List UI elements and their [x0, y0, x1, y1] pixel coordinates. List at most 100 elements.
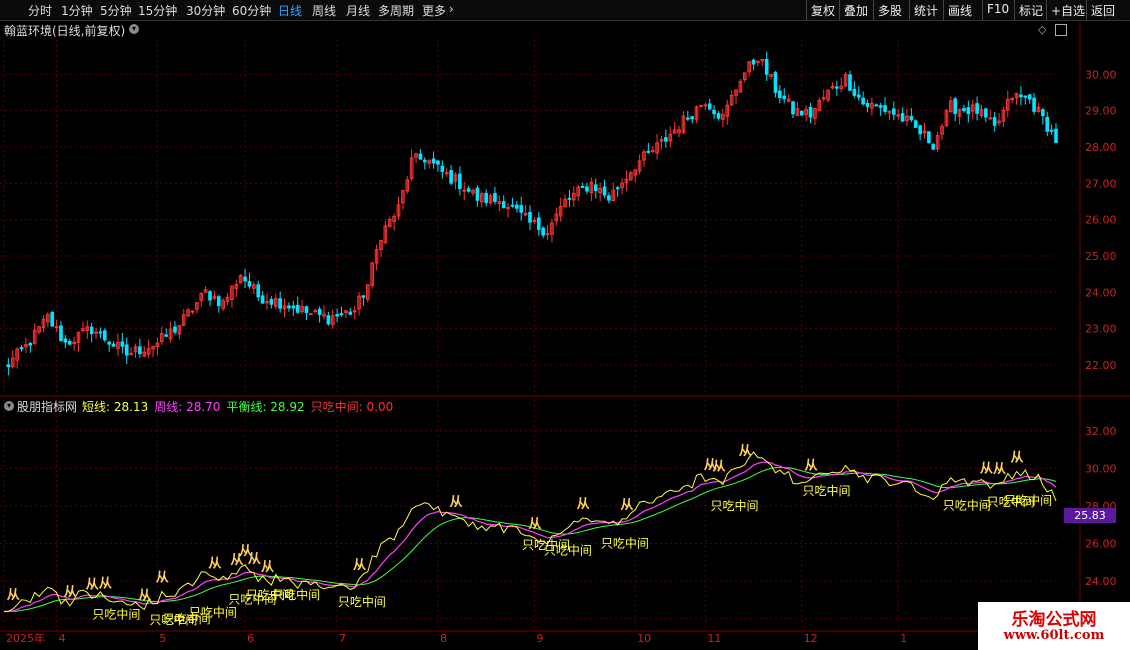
candle-body [260, 295, 265, 304]
candle-body [6, 364, 11, 368]
candle-body [536, 217, 541, 230]
candle-body [129, 352, 133, 355]
candle-body [515, 204, 519, 209]
chart-canvas[interactable]: 从从从 从从从从 从从从从 从从从从 从从从从从从从从只吃中间 只吃中间只吃中间只吃中间只… [0, 0, 1130, 650]
candle-body [173, 326, 177, 333]
candlestick-series [6, 51, 1058, 376]
candle-body [690, 116, 694, 120]
candle-body [339, 313, 344, 316]
buy-marker: 从 [449, 495, 462, 510]
candle-body [475, 187, 480, 201]
candle-body [1023, 95, 1028, 98]
candle-body [878, 105, 883, 108]
y-tick-label: 28.00 [1085, 141, 1117, 154]
candle-body [1054, 128, 1058, 143]
x-tick-label: 6 [247, 632, 254, 645]
x-tick-label: 10 [637, 632, 651, 645]
candle-body [764, 58, 769, 75]
candle-body [103, 330, 107, 341]
candle-body [462, 189, 467, 192]
sub-y-axis: 22.0024.0026.0028.0030.0032.00 [1085, 425, 1117, 626]
buy-marker: 从 [7, 588, 20, 603]
y-tick-label: 30.00 [1085, 68, 1117, 81]
x-tick-label: 11 [707, 632, 721, 645]
candle-body [50, 311, 55, 327]
candle-body [756, 60, 760, 63]
candle-body [931, 143, 936, 150]
x-tick-label: 1 [900, 632, 907, 645]
candle-body [988, 117, 993, 120]
buy-marker: 从 [99, 576, 112, 591]
candle-body [567, 197, 572, 200]
diamond-icon[interactable]: ◇ [1038, 23, 1046, 36]
candle-body [892, 108, 896, 115]
y-tick-label: 26.00 [1085, 537, 1117, 550]
candle-body [874, 104, 879, 107]
candle-body [63, 338, 68, 343]
candle-body [111, 343, 116, 347]
indicator-value-2: 平衡线: 28.92 [226, 400, 305, 414]
x-axis: 2025年 4 5 6 7 8 9 10 11 12 1 [0, 630, 1130, 645]
candle-body [1045, 116, 1050, 132]
candle-body [975, 103, 979, 114]
x-tick-label: 8 [440, 632, 447, 645]
candle-body [900, 113, 905, 122]
candle-body [164, 334, 168, 337]
y-tick-label: 26.00 [1085, 214, 1117, 227]
candle-body [962, 107, 966, 111]
x-tick-label: 12 [804, 632, 818, 645]
candle-body [1049, 129, 1054, 132]
x-tick-label: 5 [159, 632, 166, 645]
buy-marker: 从 [712, 460, 725, 475]
chevron-down-icon[interactable]: ▾ [129, 24, 139, 34]
candle-body [208, 291, 212, 301]
candle-body [120, 341, 125, 347]
candle-body [510, 204, 515, 207]
watermark-logo: 乐淘公式网 www.60lt.com [978, 602, 1130, 650]
signal-label: 只吃中间 [803, 483, 851, 498]
candle-body [440, 165, 445, 172]
candle-body [927, 131, 931, 144]
candle-body [94, 331, 98, 334]
candle-body [458, 173, 462, 190]
candle-body [309, 313, 313, 316]
candle-body [418, 153, 423, 160]
buy-marker: 从 [577, 497, 590, 512]
candle-body [28, 342, 33, 346]
x-tick-label: 7 [339, 632, 346, 645]
candle-body [778, 90, 782, 98]
candle-body [852, 88, 857, 96]
chevron-down-icon[interactable]: ▾ [4, 401, 14, 411]
signal-label: 只吃中间 [1004, 493, 1052, 508]
candle-body [532, 220, 537, 223]
buy-marker: 从 [138, 588, 151, 603]
candle-body [791, 101, 795, 115]
watermark-line1: 乐淘公式网 [1011, 610, 1097, 630]
candle-body [449, 170, 453, 184]
candle-body [607, 195, 611, 201]
candle-body [751, 59, 756, 65]
indicator-value-3: 只吃中间: 0.00 [310, 400, 394, 414]
candle-body [431, 158, 436, 164]
candle-body [216, 296, 221, 307]
candle-body [361, 295, 366, 298]
candle-body [615, 187, 620, 190]
candle-body [528, 211, 532, 223]
buy-marker: 从 [739, 444, 752, 459]
y-tick-label: 24.00 [1085, 286, 1117, 299]
candle-body [54, 326, 59, 329]
candle-body [918, 125, 922, 135]
candle-body [243, 276, 247, 282]
buy-marker: 从 [980, 461, 993, 476]
candle-body [295, 304, 300, 313]
candle-body [712, 109, 716, 115]
x-tick-label: 4 [59, 632, 66, 645]
candle-body [541, 227, 545, 236]
candle-body [256, 284, 261, 298]
candle-body [444, 172, 449, 175]
signal-label: 只吃中间 [189, 605, 237, 620]
candle-body [966, 107, 971, 115]
y-tick-label: 27.00 [1085, 177, 1117, 190]
candle-body [699, 104, 703, 107]
panel-toggle-icon[interactable] [1055, 24, 1067, 36]
